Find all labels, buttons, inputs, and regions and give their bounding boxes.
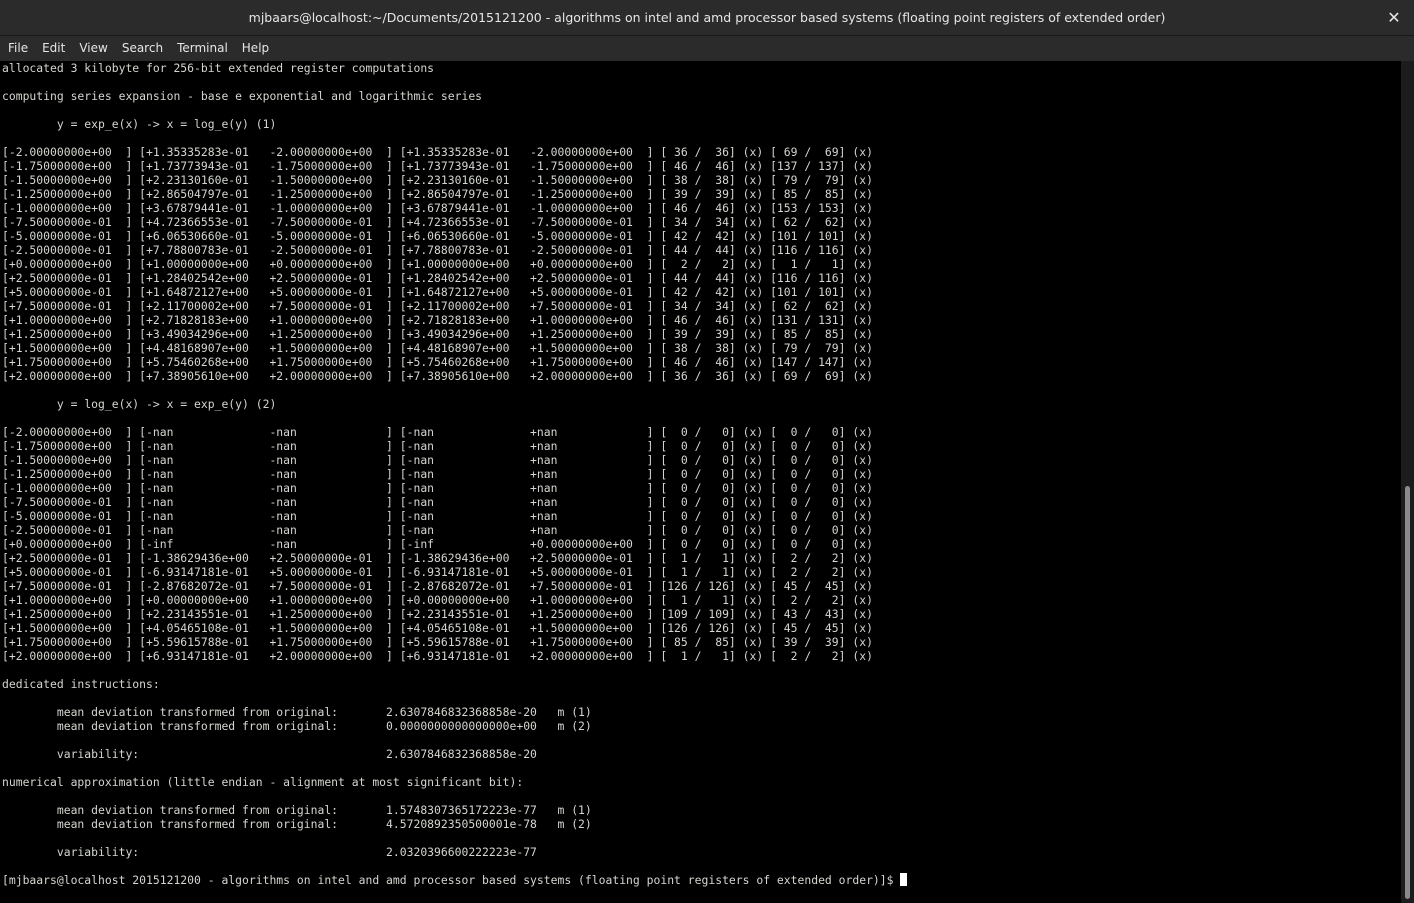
terminal-output[interactable]: allocated 3 kilobyte for 256-bit extende…: [0, 61, 1401, 903]
scrollbar-thumb[interactable]: [1405, 486, 1410, 899]
terminal-line: [-2.50000000e-01 ] [+7.78800783e-01 -2.5…: [2, 243, 873, 257]
terminal-line: variability: 2.0320396600222223e-77: [2, 845, 537, 859]
terminal-line: [-5.00000000e-01 ] [-nan -nan ] [-nan +n…: [2, 509, 873, 523]
terminal-line: [+0.00000000e+00 ] [+1.00000000e+00 +0.0…: [2, 257, 873, 271]
terminal-line: [-1.00000000e+00 ] [-nan -nan ] [-nan +n…: [2, 481, 873, 495]
terminal-line: [+7.50000000e-01 ] [+2.11700002e+00 +7.5…: [2, 299, 873, 313]
terminal-line: [+2.50000000e-01 ] [-1.38629436e+00 +2.5…: [2, 551, 873, 565]
terminal-line: mean deviation transformed from original…: [2, 803, 592, 817]
terminal-line: [+5.00000000e-01 ] [+1.64872127e+00 +5.0…: [2, 285, 873, 299]
shell-prompt: [mjbaars@localhost 2015121200 - algorith…: [2, 873, 901, 887]
menu-help[interactable]: Help: [235, 36, 276, 61]
terminal-line: [+2.00000000e+00 ] [+6.93147181e-01 +2.0…: [2, 649, 873, 663]
terminal-prompt-line[interactable]: [mjbaars@localhost 2015121200 - algorith…: [2, 873, 1401, 887]
menu-bar: File Edit View Search Terminal Help: [0, 36, 1414, 61]
terminal-line: y = exp_e(x) -> x = log_e(y) (1): [2, 117, 277, 131]
terminal-line: numerical approximation (little endian -…: [2, 775, 524, 789]
text-cursor: [900, 873, 908, 886]
terminal-line: [-1.75000000e+00 ] [-nan -nan ] [-nan +n…: [2, 439, 873, 453]
terminal-line: [-1.50000000e+00 ] [-nan -nan ] [-nan +n…: [2, 453, 873, 467]
terminal-text: allocated 3 kilobyte for 256-bit extende…: [0, 61, 1401, 887]
window-title: mjbaars@localhost:~/Documents/2015121200…: [248, 10, 1166, 25]
terminal-line: mean deviation transformed from original…: [2, 719, 592, 733]
terminal-line: computing series expansion - base e expo…: [2, 89, 483, 103]
menu-terminal[interactable]: Terminal: [170, 36, 235, 61]
terminal-line: [+1.00000000e+00 ] [+0.00000000e+00 +1.0…: [2, 593, 873, 607]
terminal-line: [-1.50000000e+00 ] [+2.23130160e-01 -1.5…: [2, 173, 873, 187]
terminal-line: [-2.50000000e-01 ] [-nan -nan ] [-nan +n…: [2, 523, 873, 537]
menu-view[interactable]: View: [72, 36, 114, 61]
terminal-line: [+2.00000000e+00 ] [+7.38905610e+00 +2.0…: [2, 369, 873, 383]
terminal-line: variability: 2.6307846832368858e-20: [2, 747, 537, 761]
terminal-line: [-1.00000000e+00 ] [+3.67879441e-01 -1.0…: [2, 201, 873, 215]
terminal-line: [+1.50000000e+00 ] [+4.48168907e+00 +1.5…: [2, 341, 873, 355]
terminal-line: [+7.50000000e-01 ] [-2.87682072e-01 +7.5…: [2, 579, 873, 593]
terminal-line: [-5.00000000e-01 ] [+6.06530660e-01 -5.0…: [2, 229, 873, 243]
terminal-line: allocated 3 kilobyte for 256-bit extende…: [2, 61, 435, 75]
terminal-line: mean deviation transformed from original…: [2, 705, 592, 719]
terminal-line: [+0.00000000e+00 ] [-inf -nan ] [-inf +0…: [2, 537, 873, 551]
terminal-line: [+1.25000000e+00 ] [+2.23143551e-01 +1.2…: [2, 607, 873, 621]
terminal-line: [+1.75000000e+00 ] [+5.59615788e-01 +1.7…: [2, 635, 873, 649]
terminal-line: mean deviation transformed from original…: [2, 817, 592, 831]
vertical-scrollbar[interactable]: [1401, 61, 1414, 903]
terminal-line: [-2.00000000e+00 ] [-nan -nan ] [-nan +n…: [2, 425, 873, 439]
terminal-line: dedicated instructions:: [2, 677, 160, 691]
terminal-line: y = log_e(x) -> x = exp_e(y) (2): [2, 397, 277, 411]
title-bar[interactable]: mjbaars@localhost:~/Documents/2015121200…: [0, 0, 1414, 36]
terminal-window: mjbaars@localhost:~/Documents/2015121200…: [0, 0, 1414, 903]
terminal-line: [+1.25000000e+00 ] [+3.49034296e+00 +1.2…: [2, 327, 873, 341]
menu-edit[interactable]: Edit: [35, 36, 72, 61]
terminal-line: [-2.00000000e+00 ] [+1.35335283e-01 -2.0…: [2, 145, 873, 159]
terminal-line: [+1.75000000e+00 ] [+5.75460268e+00 +1.7…: [2, 355, 873, 369]
terminal-line: [-1.25000000e+00 ] [+2.86504797e-01 -1.2…: [2, 187, 873, 201]
menu-search[interactable]: Search: [115, 36, 170, 61]
terminal-line: [-1.25000000e+00 ] [-nan -nan ] [-nan +n…: [2, 467, 873, 481]
terminal-line: [-1.75000000e+00 ] [+1.73773943e-01 -1.7…: [2, 159, 873, 173]
close-icon[interactable]: ✕: [1382, 6, 1406, 30]
terminal-line: [-7.50000000e-01 ] [+4.72366553e-01 -7.5…: [2, 215, 873, 229]
menu-file[interactable]: File: [1, 36, 35, 61]
terminal-line: [+1.50000000e+00 ] [+4.05465108e-01 +1.5…: [2, 621, 873, 635]
terminal-line: [+5.00000000e-01 ] [-6.93147181e-01 +5.0…: [2, 565, 873, 579]
terminal-line: [+1.00000000e+00 ] [+2.71828183e+00 +1.0…: [2, 313, 873, 327]
terminal-line: [+2.50000000e-01 ] [+1.28402542e+00 +2.5…: [2, 271, 873, 285]
terminal-line: [-7.50000000e-01 ] [-nan -nan ] [-nan +n…: [2, 495, 873, 509]
